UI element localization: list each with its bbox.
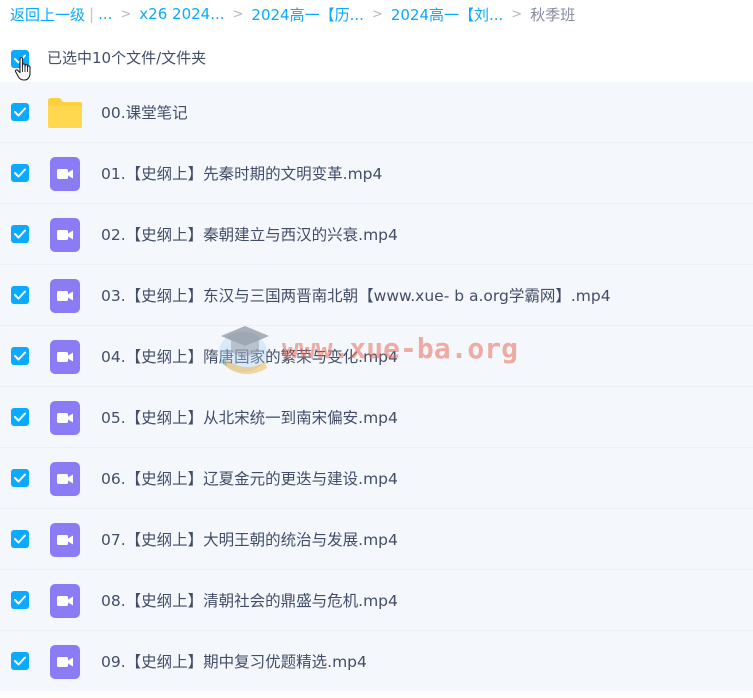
row-checkbox[interactable] bbox=[11, 408, 29, 426]
row-checkbox[interactable] bbox=[11, 225, 29, 243]
file-name[interactable]: 09.【史纲上】期中复习优题精选.mp4 bbox=[101, 650, 367, 672]
row-checkbox[interactable] bbox=[11, 591, 29, 609]
check-icon bbox=[14, 168, 26, 178]
file-name[interactable]: 08.【史纲上】清朝社会的鼎盛与危机.mp4 bbox=[101, 589, 398, 611]
breadcrumb-item[interactable]: x26 2024... bbox=[139, 5, 224, 23]
file-list: 00.课堂笔记 01.【史纲上】先秦时期的文明变革.mp4 02.【史纲上】秦朝… bbox=[0, 82, 753, 691]
check-icon bbox=[14, 412, 26, 422]
video-file-icon bbox=[50, 279, 80, 313]
check-icon bbox=[14, 351, 26, 361]
file-name[interactable]: 02.【史纲上】秦朝建立与西汉的兴衰.mp4 bbox=[101, 223, 398, 245]
row-checkbox[interactable] bbox=[11, 530, 29, 548]
file-name[interactable]: 04.【史纲上】隋唐国家的繁荣与变化.mp4 bbox=[101, 345, 398, 367]
row-checkbox[interactable] bbox=[11, 286, 29, 304]
breadcrumb-item[interactable]: 2024高一【刘... bbox=[391, 4, 503, 25]
file-row-video[interactable]: 05.【史纲上】从北宋统一到南宋偏安.mp4 bbox=[0, 387, 753, 448]
file-row-video[interactable]: 03.【史纲上】东汉与三国两晋南北朝【www.xue- b a.org学霸网】.… bbox=[0, 265, 753, 326]
selection-count: 已选中10个文件/文件夹 bbox=[47, 49, 207, 67]
breadcrumb: 返回上一级 | ... > x26 2024... > 2024高一【历... … bbox=[10, 3, 575, 25]
row-checkbox[interactable] bbox=[11, 347, 29, 365]
check-icon bbox=[14, 107, 26, 117]
file-row-video[interactable]: 07.【史纲上】大明王朝的统治与发展.mp4 bbox=[0, 509, 753, 570]
file-row-video[interactable]: 08.【史纲上】清朝社会的鼎盛与危机.mp4 bbox=[0, 570, 753, 631]
video-file-icon bbox=[50, 462, 80, 496]
row-checkbox[interactable] bbox=[11, 164, 29, 182]
check-icon bbox=[14, 229, 26, 239]
breadcrumb-item[interactable]: 2024高一【历... bbox=[251, 4, 363, 25]
folder-icon bbox=[48, 98, 82, 128]
check-icon bbox=[14, 473, 26, 483]
breadcrumb-chevron-icon: > bbox=[371, 6, 383, 22]
breadcrumb-ellipsis[interactable]: ... bbox=[98, 5, 112, 23]
breadcrumb-divider: | bbox=[89, 5, 95, 23]
row-checkbox[interactable] bbox=[11, 103, 29, 121]
check-icon bbox=[14, 534, 26, 544]
file-name[interactable]: 05.【史纲上】从北宋统一到南宋偏安.mp4 bbox=[101, 406, 398, 428]
breadcrumb-chevron-icon: > bbox=[232, 6, 244, 22]
file-name[interactable]: 06.【史纲上】辽夏金元的更迭与建设.mp4 bbox=[101, 467, 398, 489]
file-name[interactable]: 01.【史纲上】先秦时期的文明变革.mp4 bbox=[101, 162, 382, 184]
video-file-icon bbox=[50, 584, 80, 618]
file-row-folder[interactable]: 00.课堂笔记 bbox=[0, 82, 753, 143]
video-file-icon bbox=[50, 157, 80, 191]
breadcrumb-chevron-icon: > bbox=[511, 6, 523, 22]
hand-cursor-icon bbox=[14, 57, 31, 81]
file-name[interactable]: 00.课堂笔记 bbox=[101, 101, 188, 123]
check-icon bbox=[14, 290, 26, 300]
file-row-video[interactable]: 04.【史纲上】隋唐国家的繁荣与变化.mp4 bbox=[0, 326, 753, 387]
check-icon bbox=[14, 656, 26, 666]
file-name[interactable]: 03.【史纲上】东汉与三国两晋南北朝【www.xue- b a.org学霸网】.… bbox=[101, 284, 611, 306]
back-link[interactable]: 返回上一级 bbox=[10, 4, 85, 25]
video-file-icon bbox=[50, 218, 80, 252]
row-checkbox[interactable] bbox=[11, 469, 29, 487]
breadcrumb-current: 秋季班 bbox=[530, 5, 576, 24]
file-row-video[interactable]: 02.【史纲上】秦朝建立与西汉的兴衰.mp4 bbox=[0, 204, 753, 265]
breadcrumb-chevron-icon: > bbox=[120, 6, 132, 22]
video-file-icon bbox=[50, 523, 80, 557]
video-file-icon bbox=[50, 401, 80, 435]
file-row-video[interactable]: 01.【史纲上】先秦时期的文明变革.mp4 bbox=[0, 143, 753, 204]
file-name[interactable]: 07.【史纲上】大明王朝的统治与发展.mp4 bbox=[101, 528, 398, 550]
file-row-video[interactable]: 09.【史纲上】期中复习优题精选.mp4 bbox=[0, 631, 753, 691]
file-row-video[interactable]: 06.【史纲上】辽夏金元的更迭与建设.mp4 bbox=[0, 448, 753, 509]
video-file-icon bbox=[50, 645, 80, 679]
video-file-icon bbox=[50, 340, 80, 374]
selection-bar: 已选中10个文件/文件夹 bbox=[0, 40, 753, 81]
check-icon bbox=[14, 595, 26, 605]
row-checkbox[interactable] bbox=[11, 652, 29, 670]
